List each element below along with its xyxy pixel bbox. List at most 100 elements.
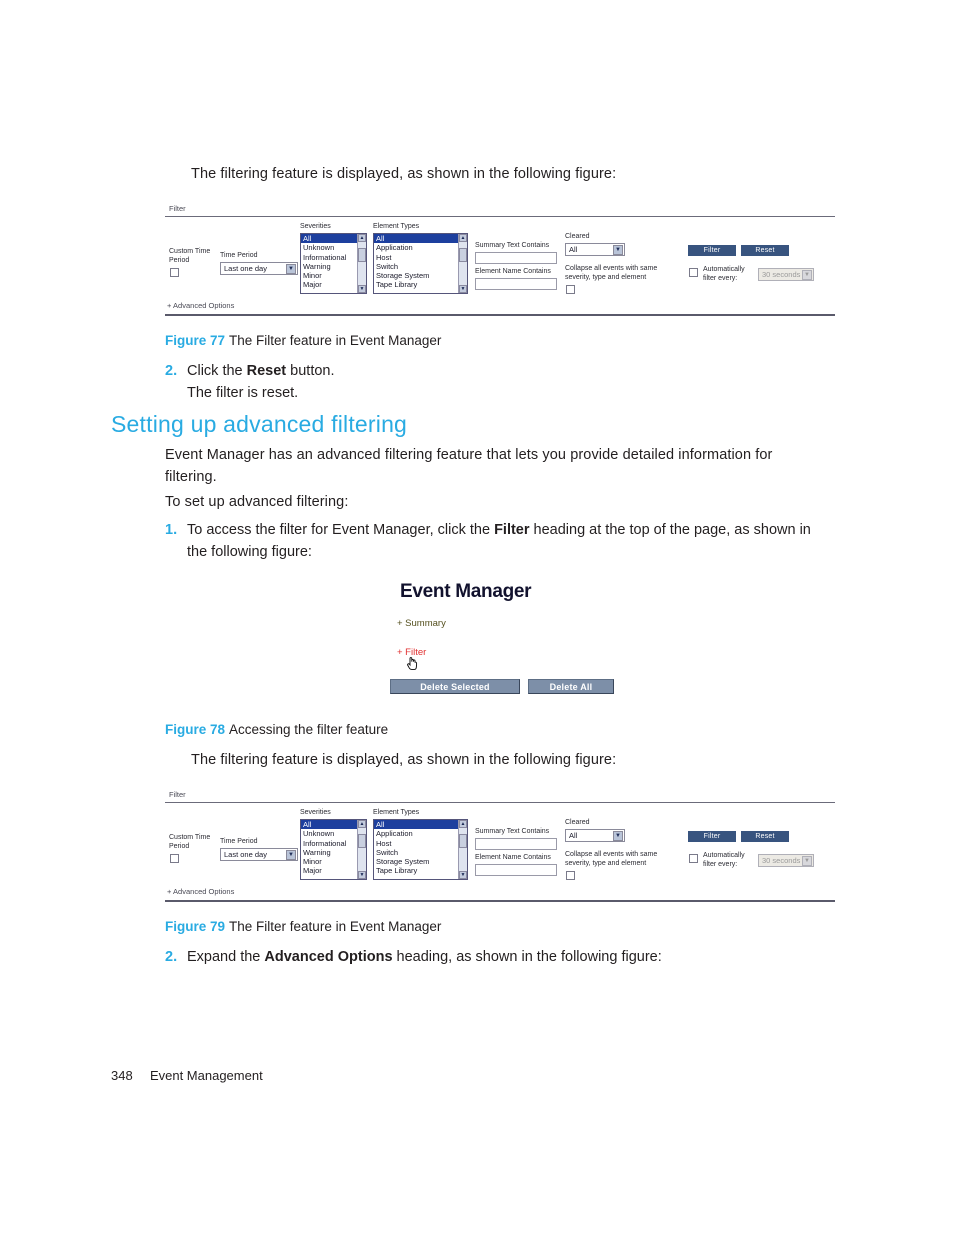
time-period-label: Time Period [220,838,258,845]
filter-panel-title: Filter [169,204,186,213]
element-types-scrollbar[interactable]: ▲ ▼ [458,234,467,293]
collapse-events-label: Collapse all events with same severity, … [565,851,658,867]
element-types-option[interactable]: Switch [374,262,467,271]
element-types-option[interactable]: All [374,234,467,244]
cleared-select[interactable]: All ▼ [565,829,625,842]
delete-all-button[interactable]: Delete All [528,679,614,694]
scroll-up-icon[interactable]: ▲ [459,820,467,828]
auto-filter-label: Automatically filter every: [703,852,745,868]
element-types-option[interactable]: Storage System [374,271,467,280]
element-types-option[interactable]: Switch [374,848,467,857]
cleared-select-value: All [569,245,578,254]
custom-time-period-checkbox[interactable] [170,268,179,277]
event-manager-title: Event Manager [400,581,532,602]
custom-time-period-label: Custom Time Period [169,834,211,850]
step-2-expand-advanced: 2. Expand the Advanced Options heading, … [165,947,825,969]
time-period-label: Time Period [220,252,258,259]
figure-78-caption: Figure 78 Accessing the filter feature [165,722,388,737]
chevron-down-icon: ▼ [802,856,812,866]
severities-label: Severities [300,223,331,230]
element-types-option[interactable]: Storage System [374,857,467,866]
figure-79-caption-text: The Filter feature in Event Manager [229,919,442,934]
advanced-options-link[interactable]: + Advanced Options [167,301,234,310]
step-1-access-number: 1. [165,522,178,538]
reset-button[interactable]: Reset [741,245,789,256]
summary-text-contains-input[interactable] [475,838,557,850]
filter-panel-divider-top [165,216,835,217]
figure-77-filter-panel: Filter Custom Time Period Time Period La… [165,204,835,316]
cleared-select-value: All [569,831,578,840]
summary-text-contains-input[interactable] [475,252,557,264]
paragraph-to-setup: To set up advanced filtering: [165,494,349,510]
scroll-up-icon[interactable]: ▲ [358,820,366,828]
severities-listbox[interactable]: All Unknown Informational Warning Minor … [300,819,367,880]
custom-time-period-checkbox[interactable] [170,854,179,863]
severities-label: Severities [300,809,331,816]
scrollbar-thumb[interactable] [459,834,467,848]
time-period-select-value: Last one day [224,850,267,859]
scrollbar-thumb[interactable] [358,834,366,848]
cleared-label: Cleared [565,819,590,826]
element-types-listbox[interactable]: All Application Host Switch Storage Syst… [373,819,468,880]
element-name-contains-label: Element Name Contains [475,854,551,861]
element-name-contains-input[interactable] [475,278,557,290]
scroll-down-icon[interactable]: ▼ [358,871,366,879]
chevron-down-icon: ▼ [286,264,296,274]
filter-button[interactable]: Filter [688,831,736,842]
severities-scrollbar[interactable]: ▲ ▼ [357,820,366,879]
element-types-option[interactable]: Application [374,829,467,838]
element-types-option[interactable]: Tape Library [374,280,467,289]
auto-filter-interval-select[interactable]: 30 seconds ▼ [758,854,814,867]
collapse-events-label: Collapse all events with same severity, … [565,265,658,281]
element-types-option[interactable]: Host [374,253,467,262]
figure-79-filter-panel: Filter Custom Time Period Time Period La… [165,790,835,902]
element-name-contains-label: Element Name Contains [475,268,551,275]
auto-filter-checkbox[interactable] [689,268,698,277]
summary-expand-link[interactable]: + Summary [397,618,446,629]
scroll-up-icon[interactable]: ▲ [358,234,366,242]
element-types-listbox[interactable]: All Application Host Switch Storage Syst… [373,233,468,294]
step-2-expand-number: 2. [165,949,178,965]
chevron-down-icon: ▼ [286,850,296,860]
scroll-up-icon[interactable]: ▲ [459,234,467,242]
scroll-down-icon[interactable]: ▼ [459,871,467,879]
element-types-option[interactable]: All [374,820,467,830]
filter-panel-divider-bottom [165,900,835,902]
cleared-select[interactable]: All ▼ [565,243,625,256]
time-period-select[interactable]: Last one day ▼ [220,262,298,275]
filter-panel-divider-bottom [165,314,835,316]
filter-button[interactable]: Filter [688,245,736,256]
scroll-down-icon[interactable]: ▼ [358,285,366,293]
scrollbar-thumb[interactable] [358,248,366,262]
severities-listbox[interactable]: All Unknown Informational Warning Minor … [300,233,367,294]
advanced-options-link[interactable]: + Advanced Options [167,887,234,896]
element-types-option[interactable]: Host [374,839,467,848]
time-period-select[interactable]: Last one day ▼ [220,848,298,861]
element-types-option[interactable]: Tape Library [374,866,467,875]
step-2-reset-number: 2. [165,363,178,379]
reset-button[interactable]: Reset [741,831,789,842]
footer-page-number: 348 [111,1068,133,1083]
figure-79-caption: Figure 79 The Filter feature in Event Man… [165,919,441,934]
step-2-reset-result: The filter is reset. [187,384,299,401]
auto-filter-checkbox[interactable] [689,854,698,863]
figure-77-label: Figure 77 [165,333,226,348]
element-types-scrollbar[interactable]: ▲ ▼ [458,820,467,879]
auto-filter-label: Automatically filter every: [703,266,745,282]
element-types-option[interactable]: Application [374,243,467,252]
delete-selected-button[interactable]: Delete Selected [390,679,520,694]
element-name-contains-input[interactable] [475,864,557,876]
document-page: The filtering feature is displayed, as s… [0,0,954,1235]
step-1-access-filter: 1. To access the filter for Event Manage… [165,520,830,564]
filter-panel-title: Filter [169,790,186,799]
auto-filter-interval-select[interactable]: 30 seconds ▼ [758,268,814,281]
severities-scrollbar[interactable]: ▲ ▼ [357,234,366,293]
intro-paragraph-1: The filtering feature is displayed, as s… [191,166,617,182]
collapse-events-checkbox[interactable] [566,871,575,880]
chevron-down-icon: ▼ [613,245,623,255]
scroll-down-icon[interactable]: ▼ [459,285,467,293]
collapse-events-checkbox[interactable] [566,285,575,294]
footer-section-title: Event Management [149,1068,263,1083]
scrollbar-thumb[interactable] [459,248,467,262]
page-footer: 348 Event Management [111,1068,263,1083]
